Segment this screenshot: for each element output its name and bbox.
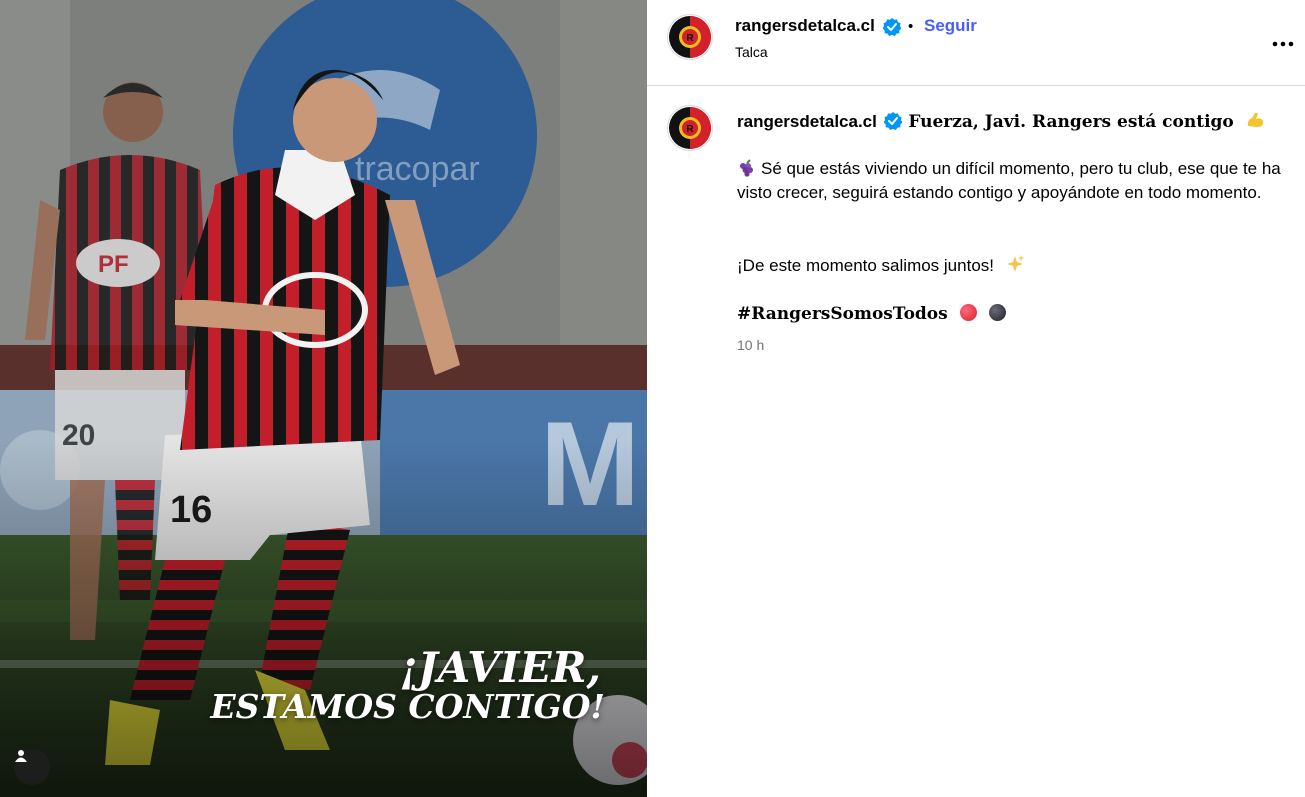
post-location[interactable]: Talca	[735, 44, 768, 60]
header-separator: •	[908, 18, 914, 35]
club-crest-icon: R	[669, 16, 711, 58]
overlay-line-1: ¡JAVIER,	[399, 643, 601, 692]
black-circle-emoji	[988, 304, 1006, 321]
verified-badge-icon	[883, 112, 903, 130]
caption-avatar[interactable]: R	[667, 105, 713, 151]
post-image[interactable]: tracopar M PF 20	[0, 0, 647, 797]
svg-text:R: R	[686, 33, 694, 44]
grapes-emoji	[740, 159, 753, 177]
caption-paragraph-2-text: ¡De este momento salimos juntos!	[737, 256, 994, 275]
post-overlay-title: ¡JAVIER, ESTAMOS CONTIGO!	[210, 643, 605, 725]
user-tag-icon	[15, 750, 27, 762]
flexed-biceps-emoji	[1247, 112, 1263, 127]
caption-username[interactable]: rangersdetalca.cl	[737, 112, 877, 131]
caption-paragraph-2: ¡De este momento salimos juntos!	[737, 254, 1285, 278]
header-username[interactable]: rangersdetalca.cl	[735, 16, 875, 36]
caption-paragraph-1: Sé que estás viviendo un difícil momento…	[737, 157, 1285, 205]
sparkles-emoji	[1006, 255, 1024, 272]
user-tag-button[interactable]	[14, 749, 50, 785]
follow-button[interactable]: Seguir	[924, 16, 977, 36]
post-details-panel: R rangersdetalca.cl • Seguir Talca R ran…	[647, 0, 1305, 797]
more-options-button[interactable]	[1272, 34, 1294, 52]
overlay-line-2: ESTAMOS CONTIGO!	[210, 687, 605, 727]
post-timestamp[interactable]: 10 h	[737, 337, 764, 353]
club-crest-icon: R	[669, 107, 711, 149]
profile-avatar[interactable]: R	[667, 14, 713, 60]
caption-first-line: rangersdetalca.cl Fuerza, Javi. Rangers …	[737, 110, 1265, 134]
hashtag-link[interactable]: #RangersSomosTodos	[737, 304, 948, 324]
caption-headline: Fuerza, Javi. Rangers está contigo	[908, 112, 1234, 132]
verified-badge-icon	[882, 18, 902, 41]
svg-text:R: R	[686, 124, 694, 135]
caption-hashtag-line: #RangersSomosTodos	[737, 302, 1285, 326]
post-header: R rangersdetalca.cl • Seguir Talca	[647, 0, 1305, 86]
more-options-icon	[1272, 41, 1294, 47]
caption-paragraph-1-text: Sé que estás viviendo un difícil momento…	[737, 159, 1281, 202]
red-circle-emoji	[959, 304, 977, 321]
